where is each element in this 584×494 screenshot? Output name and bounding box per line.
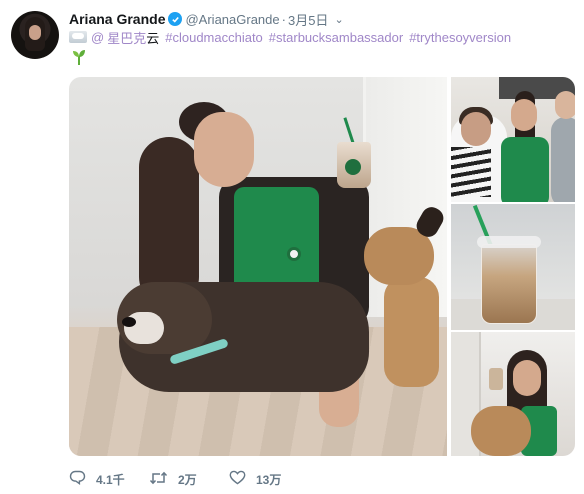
author-handle[interactable]: @ArianaGrande — [185, 12, 279, 27]
tweet-menu-chevron-icon[interactable]: ⌄ — [334, 13, 343, 26]
like-button[interactable]: 13万 — [229, 470, 281, 488]
mention-link[interactable]: 星巴克云 — [107, 28, 159, 47]
photo-dog-kiss[interactable] — [451, 332, 575, 456]
reply-button[interactable]: 4.1千 — [69, 470, 149, 488]
tweet-media-grid — [69, 77, 575, 456]
mention-link-text[interactable]: 星巴克 — [107, 31, 146, 46]
tweet-date[interactable]: 3月5日 — [288, 10, 328, 29]
profile-avatar[interactable] — [11, 11, 59, 59]
mention-prefix[interactable]: @ — [91, 30, 104, 45]
tweet-header: Ariana Grande @ArianaGrande · 3月5日 ⌄ — [69, 10, 344, 28]
hashtag-starbucksambassador[interactable]: #starbucksambassador — [269, 30, 403, 45]
verified-badge-icon — [168, 12, 183, 26]
reply-count: 4.1千 — [96, 472, 125, 487]
retweet-button[interactable]: 2万 — [149, 471, 229, 488]
cloud-emoji-icon — [69, 31, 87, 43]
reply-icon — [69, 470, 86, 488]
hashtag-cloudmacchiato[interactable]: #cloudmacchiato — [165, 30, 263, 45]
retweet-count: 2万 — [178, 472, 197, 487]
mention-plain-text: 云 — [146, 30, 160, 46]
hashtag-trythesoyversion[interactable]: #trythesoyversion — [409, 30, 511, 45]
author-name[interactable]: Ariana Grande — [69, 11, 165, 27]
like-count: 13万 — [256, 472, 282, 487]
photo-group[interactable] — [451, 77, 575, 202]
tweet-text: @ 星巴克云 #cloudmacchiato #starbucksambassa… — [69, 28, 511, 46]
separator-dot: · — [281, 11, 286, 27]
photo-drink[interactable] — [451, 204, 575, 330]
retweet-icon — [149, 471, 168, 488]
heart-icon — [229, 470, 246, 488]
seedling-emoji-icon — [70, 48, 88, 71]
photo-main[interactable] — [69, 77, 447, 456]
tweet-actions: 4.1千 2万 13万 — [69, 470, 281, 488]
